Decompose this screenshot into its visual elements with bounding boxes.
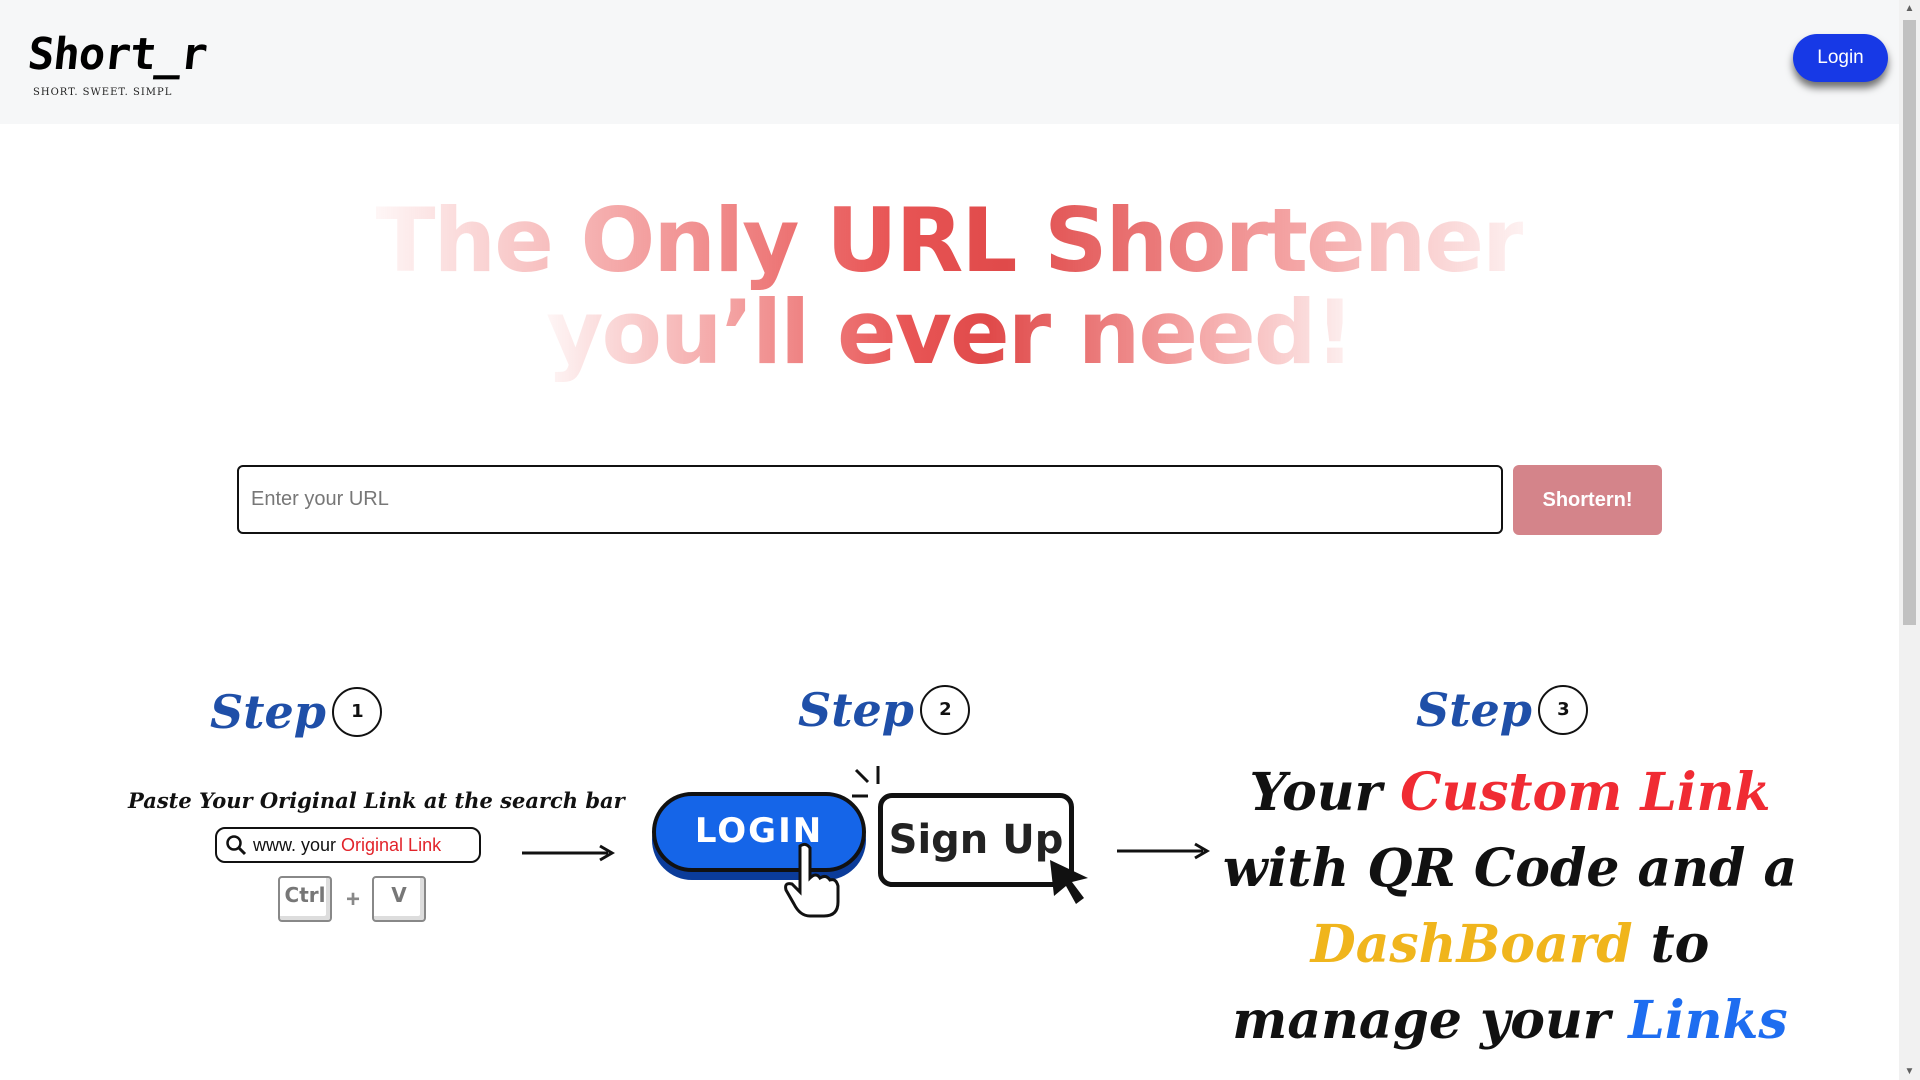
- ctrl-key-icon: Ctrl: [278, 876, 332, 922]
- example-url-prefix: www. your: [253, 835, 342, 855]
- v-key-icon: V: [372, 876, 426, 922]
- step-3-text: Your: [1249, 762, 1401, 823]
- plus-sign: +: [346, 886, 361, 913]
- shorten-button[interactable]: Shortern!: [1513, 465, 1662, 535]
- scroll-down-arrow-icon[interactable]: ▼: [1899, 1063, 1920, 1080]
- step-1-example-search-bar: www. your Original Link: [215, 827, 481, 863]
- step-1-number: 1: [332, 687, 383, 737]
- step-3-text-manage: manage your: [1232, 990, 1629, 1051]
- step-3-line-1: Your Custom Link: [1210, 755, 1810, 831]
- right-arrow-icon: [522, 844, 615, 862]
- step-2-heading: Step 2: [798, 683, 971, 737]
- step-3-heading: Step 3: [1416, 683, 1589, 737]
- step-2-signup-illustration: Sign Up: [878, 793, 1074, 887]
- search-icon: [226, 835, 247, 856]
- step-3-line-2: with QR Code and a: [1222, 838, 1798, 899]
- step-3-description: Your Custom Link with QR Code and a Dash…: [1210, 755, 1810, 1059]
- step-3-line-3: DashBoard to: [1210, 907, 1810, 983]
- login-button[interactable]: Login: [1793, 34, 1888, 82]
- step-2-title: Step: [798, 683, 914, 737]
- url-input[interactable]: [237, 465, 1503, 534]
- right-arrow-icon-2: [1117, 842, 1210, 860]
- example-url-highlight: Original Link: [341, 835, 442, 855]
- step-3-text-to: to: [1632, 914, 1710, 975]
- logo-wordmark: Short_r: [25, 29, 210, 80]
- page-scrollbar[interactable]: ▲ ▼: [1899, 0, 1920, 1080]
- dashboard-text: DashBoard: [1310, 914, 1633, 975]
- top-navbar: Short_r SHORT. SWEET. SIMPL Login: [0, 0, 1899, 124]
- scrollbar-thumb[interactable]: [1903, 20, 1916, 625]
- custom-link-text: Custom Link: [1400, 762, 1771, 823]
- step-1-instruction: Paste Your Original Link at the search b…: [128, 788, 625, 813]
- hero-line-1: The Only URL Shortener: [375, 189, 1526, 292]
- scroll-up-arrow-icon[interactable]: ▲: [1899, 0, 1920, 17]
- step-3-line-4: manage your Links: [1210, 983, 1810, 1059]
- hero-line-2: you’ll ever need!: [546, 281, 1355, 384]
- step-3-title: Step: [1416, 683, 1532, 737]
- links-text: Links: [1628, 990, 1788, 1051]
- step-3-number: 3: [1538, 685, 1589, 735]
- site-logo[interactable]: Short_r SHORT. SWEET. SIMPL: [25, 29, 209, 102]
- click-burst-icon: [852, 766, 880, 798]
- logo-tagline: SHORT. SWEET. SIMPL: [33, 87, 173, 98]
- step-1-heading: Step 1: [210, 685, 383, 739]
- hero-heading: The Only URL Shortener you’ll ever need!: [0, 195, 1899, 379]
- step-2-number: 2: [920, 685, 971, 735]
- pointing-hand-icon: [784, 842, 840, 918]
- mouse-cursor-icon: [1050, 860, 1088, 904]
- step-1-title: Step: [210, 685, 326, 739]
